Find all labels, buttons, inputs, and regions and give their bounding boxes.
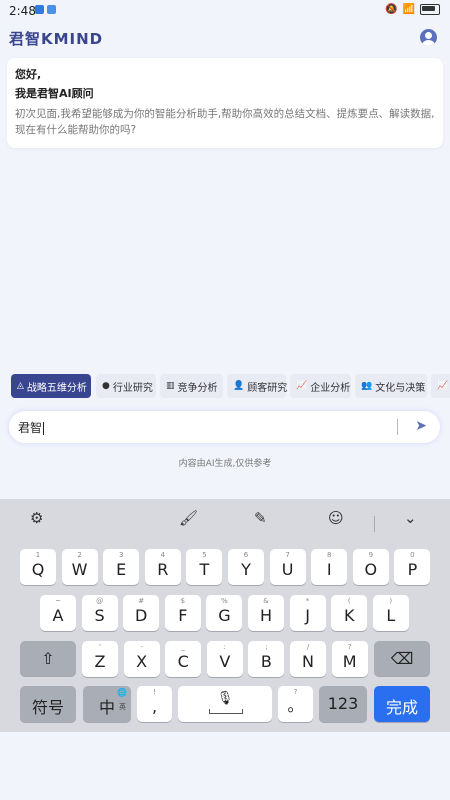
key-h[interactable]: & H bbox=[248, 595, 284, 631]
people-icon: 👥 bbox=[361, 381, 373, 391]
emoji-icon[interactable]: ☺ bbox=[328, 509, 344, 527]
chip-customer[interactable]: 👤 顾客研究 bbox=[227, 374, 287, 398]
numbers-key[interactable]: 123 bbox=[319, 686, 367, 722]
avatar[interactable] bbox=[420, 29, 437, 46]
paint-brush-icon[interactable]: 🖌 bbox=[179, 509, 198, 527]
microphone-icon: 🎙 bbox=[216, 691, 234, 706]
status-time: 2:48 bbox=[9, 4, 36, 18]
chip-competition[interactable]: ▥ 竞争分析 bbox=[160, 374, 223, 398]
send-icon[interactable]: ➤ bbox=[415, 418, 427, 434]
globe-icon: 🌐 bbox=[117, 688, 127, 697]
app-bar: 君智KMIND bbox=[0, 24, 450, 54]
key-d[interactable]: # D bbox=[123, 595, 160, 631]
chip-enterprise[interactable]: 📈 企业分析 bbox=[290, 374, 351, 398]
keyboard: ⚙ 🖌 ✎ ☺ ⌄ 1Q2W3E4R5T6Y7U8I9O0P ~ A @ S # D $ F%… bbox=[0, 499, 450, 732]
key-r[interactable]: 4R bbox=[144, 549, 181, 585]
key-b[interactable]: ; B bbox=[248, 641, 285, 677]
app-logo: 君智KMIND bbox=[9, 30, 104, 48]
key-p[interactable]: 0P bbox=[394, 549, 431, 585]
person-icon: 👤 bbox=[233, 381, 245, 391]
symbols-key[interactable]: 符号 bbox=[20, 686, 76, 722]
key-i[interactable]: 8I bbox=[311, 549, 348, 585]
chip-culture[interactable]: 👥 文化与决策 bbox=[355, 374, 427, 398]
key-l[interactable]: ) L bbox=[372, 595, 409, 631]
bar-chart-icon: ▥ bbox=[166, 381, 175, 391]
key-q[interactable]: 1Q bbox=[20, 549, 56, 585]
comma-key[interactable]: ! , bbox=[137, 686, 172, 722]
circle-icon: ● bbox=[102, 381, 110, 391]
language-key[interactable]: 中 英 🌐 bbox=[83, 686, 131, 722]
status-bar: 2:48 🔕 📶 bbox=[0, 0, 450, 22]
notification-icon bbox=[35, 5, 44, 14]
key-y[interactable]: 6Y bbox=[228, 549, 264, 585]
backspace-key[interactable]: ⌫ bbox=[374, 641, 430, 676]
pyramid-icon: ◬ bbox=[17, 381, 24, 391]
key-n[interactable]: / N bbox=[290, 641, 326, 677]
key-e[interactable]: 3E bbox=[103, 549, 140, 585]
key-g[interactable]: % G bbox=[206, 595, 243, 631]
quick-prompt-chips: ◬ 战略五维分析 ● 行业研究 ▥ 竞争分析 👤 顾客研究 📈 企业分析 👥 文… bbox=[0, 374, 450, 398]
key-x[interactable]: -X bbox=[123, 641, 160, 677]
key-c[interactable]: _ C bbox=[165, 641, 202, 677]
key-a[interactable]: ~ A bbox=[40, 595, 76, 631]
disclaimer: 内容由AI生成,仅供参考 bbox=[178, 459, 272, 469]
chip-industry[interactable]: ● 行业研究 bbox=[96, 374, 156, 398]
shift-key[interactable]: ⇧ bbox=[20, 641, 76, 676]
keyboard-settings-icon[interactable]: ⚙ bbox=[30, 509, 43, 527]
key-j[interactable]: * J bbox=[289, 595, 326, 631]
key-v[interactable]: :V bbox=[206, 641, 243, 677]
wifi-icon: 📶 bbox=[402, 4, 415, 15]
key-t[interactable]: 5T bbox=[186, 549, 223, 585]
key-f[interactable]: $ F bbox=[164, 595, 201, 631]
key-u[interactable]: 7U bbox=[269, 549, 306, 585]
chip-more[interactable]: 📈 bbox=[431, 374, 450, 398]
line-chart-icon: 📈 bbox=[437, 381, 449, 391]
greeting-intro: 初次见面,我希望能够成为你的智能分析助手,帮助你高效的总结文档、提炼要点、解读数… bbox=[15, 108, 435, 136]
ai-write-icon[interactable]: ✎ bbox=[254, 509, 267, 527]
app-notification-icon bbox=[47, 5, 56, 14]
key-m[interactable]: ? M bbox=[331, 641, 368, 677]
greeting-hello: 您好, bbox=[15, 68, 42, 81]
collapse-keyboard-icon[interactable]: ⌄ bbox=[404, 509, 417, 527]
key-s[interactable]: @ S bbox=[81, 595, 118, 631]
chip-strategy[interactable]: ◬ 战略五维分析 bbox=[11, 374, 91, 398]
chat-input-bar[interactable]: 君智 ➤ bbox=[9, 411, 440, 443]
chat-input[interactable]: 君智 bbox=[18, 419, 45, 436]
key-z[interactable]: ' Z bbox=[82, 641, 118, 677]
greeting-title: 我是君智AI顾问 bbox=[15, 87, 94, 100]
backspace-icon: ⌫ bbox=[390, 649, 414, 668]
key-w[interactable]: 2W bbox=[61, 549, 98, 585]
greeting-card: 您好, 我是君智AI顾问 初次见面,我希望能够成为你的智能分析助手,帮助你高效的… bbox=[7, 58, 443, 148]
shift-icon: ⇧ bbox=[41, 649, 55, 668]
key-o[interactable]: 9O bbox=[352, 549, 389, 585]
key-k[interactable]: (K bbox=[331, 595, 368, 631]
period-key[interactable]: ? 。 bbox=[278, 686, 313, 722]
line-chart-icon: 📈 bbox=[296, 381, 308, 391]
space-key[interactable]: 🎙 bbox=[178, 686, 272, 722]
user-icon bbox=[425, 32, 432, 39]
mute-icon: 🔕 bbox=[385, 4, 398, 15]
battery-icon bbox=[420, 4, 440, 15]
done-key[interactable]: 完成 bbox=[374, 686, 430, 722]
